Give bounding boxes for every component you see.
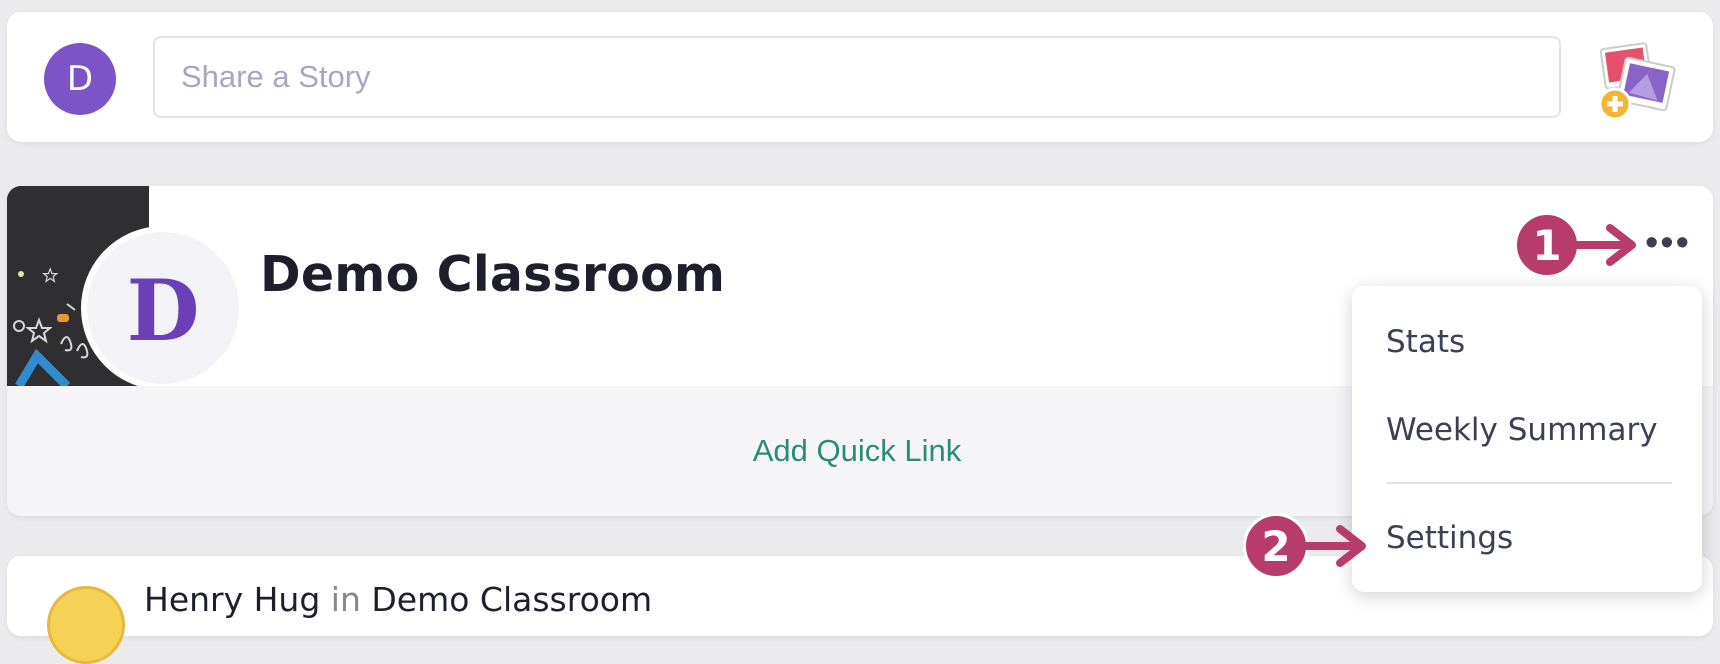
post-classroom-name[interactable]: Demo Classroom bbox=[371, 580, 652, 619]
classroom-options-menu: Stats Weekly Summary Settings bbox=[1352, 286, 1702, 592]
menu-item-weekly-summary[interactable]: Weekly Summary bbox=[1386, 412, 1658, 448]
menu-item-stats[interactable]: Stats bbox=[1386, 324, 1465, 360]
menu-item-settings[interactable]: Settings bbox=[1386, 520, 1513, 556]
add-quick-link[interactable]: Add Quick Link bbox=[753, 433, 962, 469]
photo-add-icon[interactable] bbox=[1595, 40, 1679, 124]
share-story-card: D bbox=[7, 12, 1713, 142]
classroom-title: Demo Classroom bbox=[260, 246, 726, 303]
user-avatar[interactable]: D bbox=[44, 43, 116, 115]
classroom-logo-letter: D bbox=[127, 261, 200, 360]
callout-arrow-2 bbox=[1304, 525, 1366, 567]
share-story-input[interactable] bbox=[153, 36, 1561, 118]
more-options-icon[interactable]: ••• bbox=[1645, 224, 1691, 262]
post-connector: in bbox=[330, 580, 361, 619]
callout-badge-1: 1 bbox=[1514, 212, 1580, 278]
post-header: Henry Hug in Demo Classroom bbox=[144, 580, 652, 619]
menu-divider bbox=[1386, 482, 1672, 484]
callout-arrow-1 bbox=[1574, 224, 1636, 266]
callout-badge-2: 2 bbox=[1243, 513, 1309, 579]
post-author-avatar[interactable] bbox=[47, 586, 125, 664]
classroom-logo: D bbox=[81, 226, 245, 390]
post-author-name[interactable]: Henry Hug bbox=[144, 580, 320, 619]
